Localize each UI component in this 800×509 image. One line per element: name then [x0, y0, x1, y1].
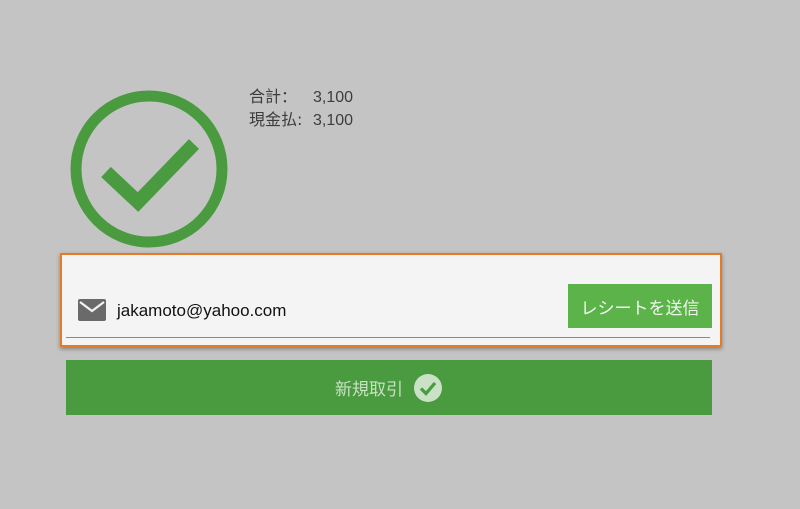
email-receipt-card: jakamoto@yahoo.com レシートを送信: [60, 253, 722, 347]
email-input-underline: [66, 337, 710, 338]
total-label: 合計：: [249, 87, 298, 106]
mail-icon: [78, 299, 106, 321]
email-input[interactable]: jakamoto@yahoo.com: [117, 301, 286, 321]
cash-row: 現金払: 3,100: [249, 109, 353, 132]
check-circle-icon: [414, 373, 442, 402]
total-value: 3,100: [313, 89, 354, 106]
total-row: 合計： 3,100: [249, 86, 353, 109]
cash-label: 現金払:: [249, 110, 303, 129]
payment-summary: 合計： 3,100 現金払: 3,100: [249, 86, 353, 132]
send-receipt-button[interactable]: レシートを送信: [568, 284, 712, 328]
new-transaction-label: 新規取引: [335, 380, 403, 400]
cash-value: 3,100: [313, 112, 354, 129]
new-transaction-button[interactable]: 新規取引: [66, 360, 712, 415]
success-check-icon: [70, 90, 228, 248]
